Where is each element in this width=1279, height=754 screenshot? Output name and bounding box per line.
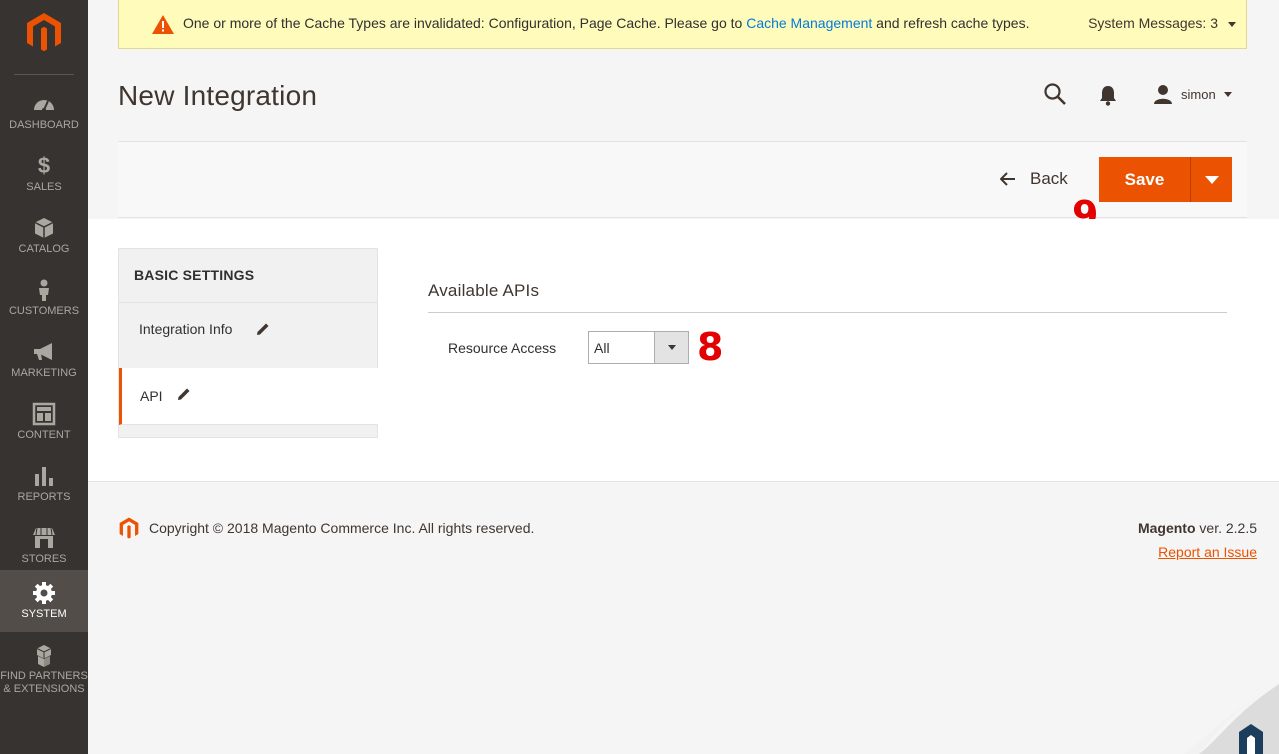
brand-name: Magento [1137,520,1196,536]
version-info: Magento ver. 2.2.5 [1138,520,1257,536]
system-message-text: One or more of the Cache Types are inval… [183,15,1029,31]
sidebar-item-label: DASHBOARD [9,119,79,131]
system-messages-count: System Messages: 3 [1088,15,1218,31]
sidebar-item-content[interactable]: CONTENT [0,396,88,458]
admin-sidebar: DASHBOARD $ SALES CATALOG CUSTOMERS MARK… [0,0,88,754]
sidebar-item-label: FIND PARTNERS [0,670,88,682]
back-button-label: Back [1030,169,1068,188]
copyright-text: Copyright © 2018 Magento Commerce Inc. A… [149,520,535,536]
system-message-bar: One or more of the Cache Types are inval… [118,0,1247,49]
sidebar-item-reports[interactable]: REPORTS [0,458,88,520]
sidebar-item-sales[interactable]: $ SALES [0,148,88,210]
chevron-down-icon [1223,91,1232,97]
store-icon [33,527,55,548]
integration-tabs-panel: BASIC SETTINGS Integration Info API [118,248,378,438]
report-issue-link[interactable]: Report an Issue [1158,544,1257,560]
sidebar-item-label: MARKETING [11,367,77,379]
tab-label: Integration Info [139,321,233,337]
system-messages-toggle[interactable]: System Messages: 3 [1088,15,1236,31]
save-button[interactable]: Save [1099,157,1191,202]
sidebar-item-label: STORES [21,553,67,565]
sidebar-item-label: CONTENT [17,429,71,441]
tab-integration-info[interactable]: Integration Info [119,302,378,359]
user-account-menu[interactable]: simon [1153,82,1232,106]
page-title: New Integration [118,80,318,111]
sidebar-item-label: & EXTENSIONS [3,683,85,695]
pencil-icon [178,388,190,400]
cubes-icon [36,645,52,667]
warning-icon [152,15,174,34]
resource-access-select[interactable]: All [588,331,689,364]
section-title: Available APIs [428,281,540,300]
gear-icon [33,582,55,604]
person-icon [39,279,49,301]
save-options-toggle[interactable] [1191,157,1232,202]
sidebar-item-marketing[interactable]: MARKETING [0,334,88,396]
section-divider [428,312,1227,313]
footer-divider [88,481,1279,482]
chevron-down-icon [1205,176,1219,184]
chevron-down-icon [1228,21,1236,27]
sidebar-item-catalog[interactable]: CATALOG [0,210,88,272]
sidebar-item-dashboard[interactable]: DASHBOARD [0,86,88,148]
box-icon [34,218,54,238]
magento-logo-icon [119,517,139,539]
sidebar-item-find-partners[interactable]: FIND PARTNERS & EXTENSIONS [0,640,88,700]
dashboard-icon [34,100,54,112]
search-icon[interactable] [1043,82,1067,106]
chevron-down-icon [668,345,676,350]
back-button[interactable]: Back [1000,167,1068,191]
sidebar-item-label: SYSTEM [21,608,67,620]
select-toggle [654,332,688,363]
tab-api[interactable]: API [119,368,378,425]
cache-management-link[interactable]: Cache Management [746,15,872,31]
message-text-part: One or more of the Cache Types are inval… [183,15,747,31]
user-icon [1154,85,1172,104]
sidebar-item-system[interactable]: SYSTEM [0,570,88,632]
version-number: ver. 2.2.5 [1195,520,1257,536]
sidebar-item-label: REPORTS [17,491,71,503]
sidebar-item-label: CUSTOMERS [8,305,80,317]
bar-chart-icon [35,467,53,486]
megaphone-icon [34,343,52,360]
pencil-icon [257,323,269,335]
sidebar-item-label: SALES [26,181,62,193]
arrow-left-icon [1000,172,1015,186]
sidebar-item-label: CATALOG [18,243,70,255]
annotation-number-8: 8 [697,325,724,369]
tabs-panel-title: BASIC SETTINGS [134,267,255,283]
magento-logo-icon[interactable] [24,12,64,52]
tab-label: API [140,388,163,404]
sidebar-divider [14,74,74,75]
sidebar-item-customers[interactable]: CUSTOMERS [0,272,88,334]
page-curl-decoration [1184,684,1279,754]
layout-icon [32,402,56,426]
dollar-icon: $ [37,153,51,178]
resource-access-label: Resource Access [448,340,557,356]
resource-access-value: All [594,340,610,356]
user-name: simon [1181,86,1216,102]
notifications-bell-icon[interactable] [1098,84,1118,106]
message-text-part: and refresh cache types. [872,15,1030,31]
